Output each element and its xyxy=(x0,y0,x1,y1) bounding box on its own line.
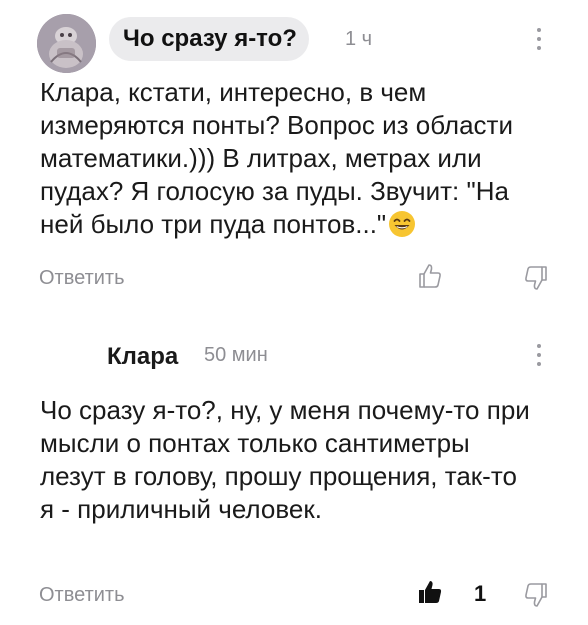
smiling-face-emoji-icon xyxy=(389,211,416,237)
avatar-image xyxy=(37,14,96,73)
thumbs-down-outline-icon[interactable] xyxy=(522,264,550,292)
comment-text: Чо сразу я-то?, ну, у меня почему-то при… xyxy=(40,395,530,524)
author-name: Чо сразу я-то? xyxy=(123,25,297,52)
comment-body: Чо сразу я-то?, ну, у меня почему-то при… xyxy=(40,394,530,526)
comment-body: Клара, кстати, интересно, в чем измеряют… xyxy=(40,76,555,241)
thumbs-up-filled-icon[interactable] xyxy=(416,578,444,606)
comment-time: 50 мин xyxy=(204,344,268,366)
avatar[interactable] xyxy=(37,14,96,73)
comment-time: 1 ч xyxy=(345,28,373,50)
reply-button[interactable]: Ответить xyxy=(39,267,125,290)
menu-dots-icon[interactable] xyxy=(533,344,545,366)
comment-text: Клара, кстати, интересно, в чем измеряют… xyxy=(40,77,513,239)
menu-dots-icon[interactable] xyxy=(533,28,545,50)
author-name[interactable]: Клара xyxy=(107,343,178,371)
reply-button[interactable]: Ответить xyxy=(39,584,125,607)
author-name-chip[interactable]: Чо сразу я-то? xyxy=(109,17,309,61)
thumbs-up-outline-icon[interactable] xyxy=(416,262,444,290)
thumbs-down-outline-icon[interactable] xyxy=(522,581,550,609)
like-count: 1 xyxy=(474,581,487,606)
